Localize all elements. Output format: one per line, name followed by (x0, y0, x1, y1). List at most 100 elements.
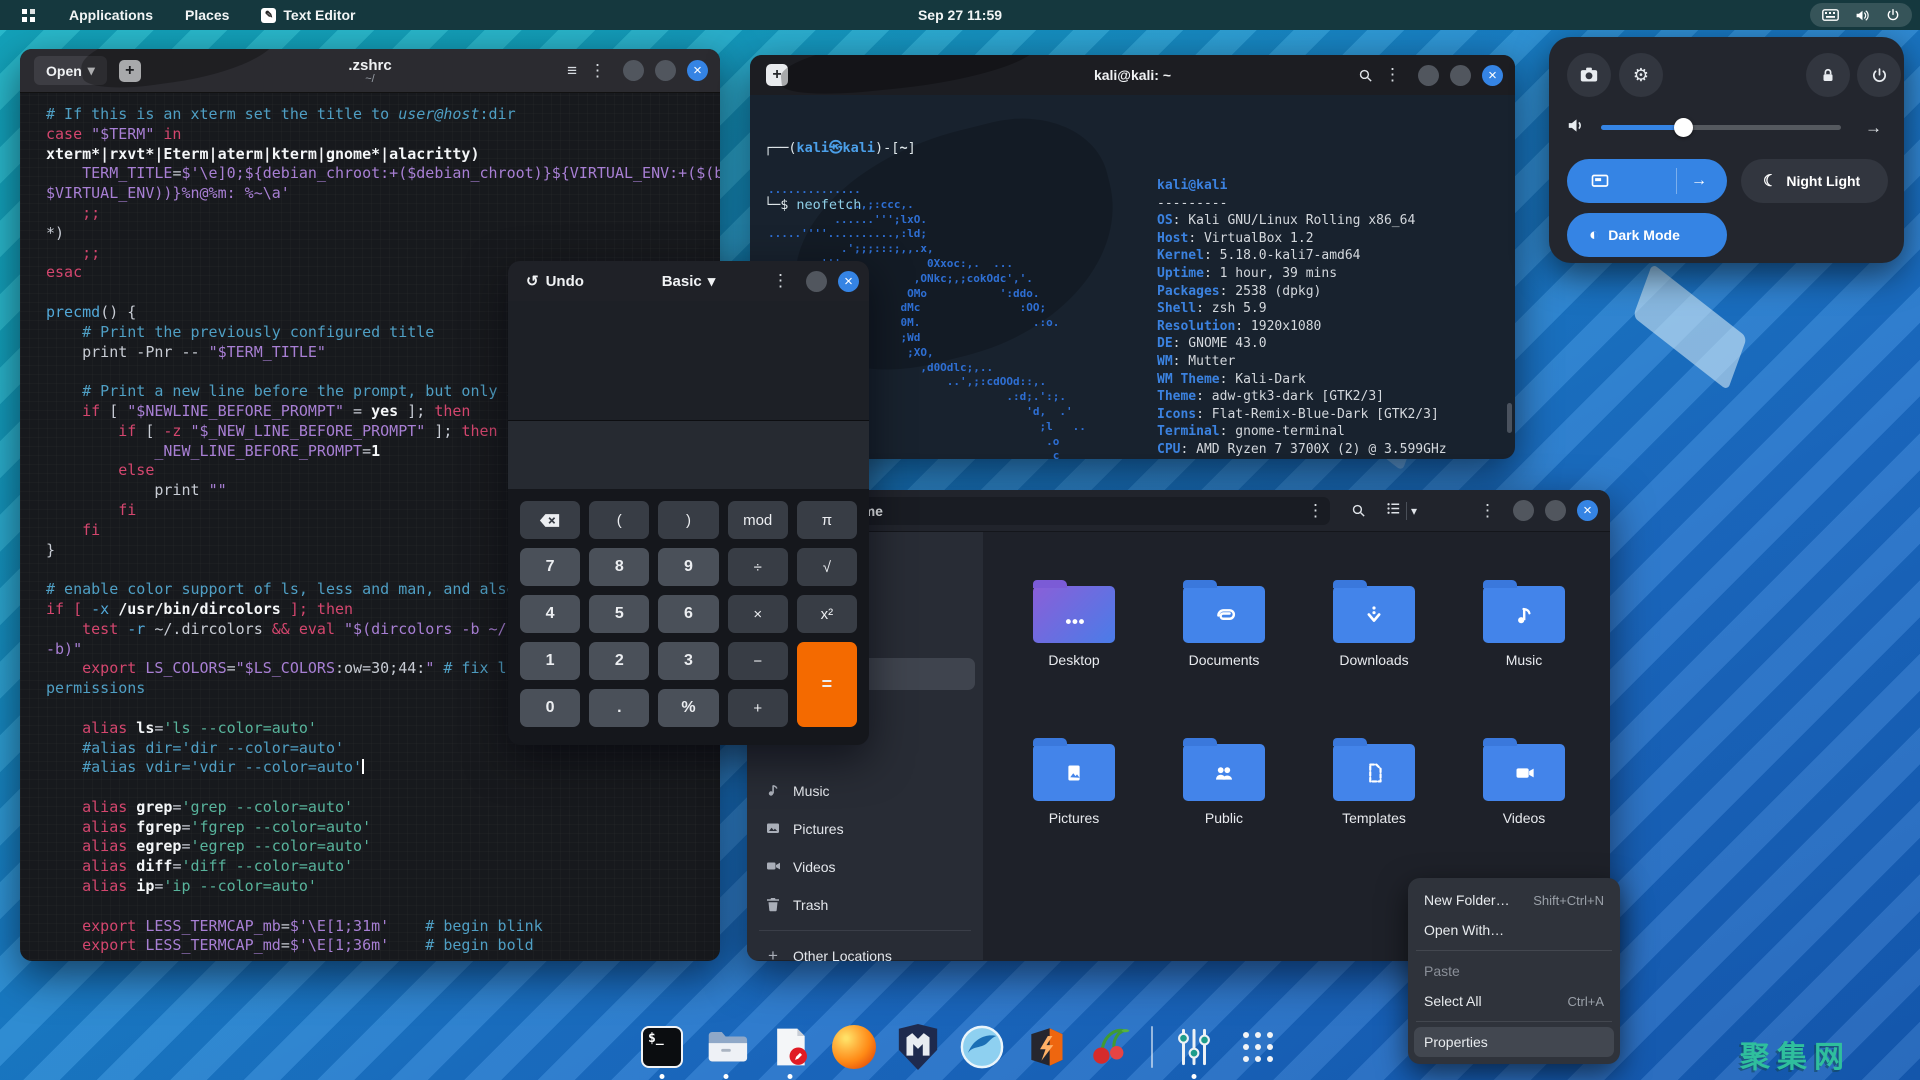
menu-applications[interactable]: Applications (53, 0, 169, 30)
dock-item-app-grid[interactable] (1235, 1024, 1281, 1070)
key-8[interactable]: 8 (589, 548, 650, 586)
kebab-menu-icon[interactable]: ⋮ (766, 269, 795, 293)
volume-slider[interactable] (1601, 118, 1841, 137)
sidebar-item-videos[interactable]: Videos (747, 848, 983, 886)
close-button[interactable]: × (687, 60, 708, 81)
screenshot-button[interactable] (1567, 53, 1611, 97)
key-)[interactable]: ) (658, 501, 719, 539)
key-3[interactable]: 3 (658, 642, 719, 680)
view-toggle[interactable]: ▾ (1385, 500, 1417, 522)
key-+[interactable]: + (727, 689, 788, 727)
dock-item-tweaks[interactable] (1171, 1024, 1217, 1079)
folder-downloads[interactable]: Downloads (1299, 576, 1449, 734)
key-4[interactable]: 4 (520, 595, 581, 633)
folder-desktop[interactable]: Desktop (999, 576, 1149, 734)
clock[interactable]: Sep 27 11:59 (918, 7, 1002, 23)
system-tray[interactable] (1810, 3, 1912, 27)
close-button[interactable]: × (1577, 500, 1598, 521)
key-.[interactable]: . (589, 689, 650, 727)
key-6[interactable]: 6 (658, 595, 719, 633)
backspace-key[interactable] (520, 501, 581, 539)
folder-videos[interactable]: Videos (1449, 734, 1599, 892)
folder-public[interactable]: Public (1149, 734, 1299, 892)
folder-documents[interactable]: Documents (1149, 576, 1299, 734)
key-2[interactable]: 2 (589, 642, 650, 680)
minimize-button[interactable] (623, 60, 644, 81)
volume-expand-arrow[interactable]: → (1859, 117, 1888, 139)
key-7[interactable]: 7 (520, 548, 581, 586)
files-header[interactable]: ⌂ Home ⋮ ▾ ⋮ × (747, 490, 1610, 532)
scrollbar-thumb[interactable] (1507, 403, 1512, 433)
dock-item-text-editor[interactable] (767, 1024, 813, 1079)
search-icon[interactable] (1353, 63, 1378, 88)
text-editor-header[interactable]: Open ▾ + .zshrc ~/ ≡ ⋮ × (20, 49, 720, 95)
dock-item-burpsuite[interactable] (1023, 1024, 1069, 1070)
folder-templates[interactable]: Templates (1299, 734, 1449, 892)
key-×[interactable]: × (727, 595, 788, 633)
sidebar-item-pictures[interactable]: Pictures (747, 810, 983, 848)
dock-item-metasploit[interactable] (895, 1024, 941, 1070)
maximize-button[interactable] (1545, 500, 1566, 521)
key-x²[interactable]: x² (796, 595, 857, 633)
calculator-entry-field[interactable] (508, 421, 869, 489)
kebab-menu-icon[interactable]: ⋮ (583, 59, 612, 83)
menu-item-new-folder[interactable]: New Folder… Shift+Ctrl+N (1414, 885, 1614, 915)
kebab-menu-icon[interactable]: ⋮ (1378, 63, 1407, 87)
key-π[interactable]: π (796, 501, 857, 539)
dock-item-wireshark[interactable] (959, 1024, 1005, 1070)
sidebar-item-trash[interactable]: Trash (747, 886, 983, 924)
path-menu-icon[interactable]: ⋮ (1301, 499, 1330, 523)
dock-item-firefox[interactable] (831, 1024, 877, 1070)
dark-mode-toggle[interactable]: ◐ Dark Mode (1567, 213, 1727, 257)
terminal-header[interactable]: + kali@kali: ~ ⋮ × (750, 55, 1515, 101)
search-icon[interactable] (1346, 498, 1371, 523)
minimize-button[interactable] (1513, 500, 1534, 521)
power-button[interactable] (1857, 53, 1901, 97)
menu-item-open-with[interactable]: Open With… (1414, 915, 1614, 945)
kebab-menu-icon[interactable]: ⋮ (1473, 499, 1502, 523)
key-0[interactable]: 0 (520, 689, 581, 727)
folder-pictures[interactable]: Pictures (999, 734, 1149, 892)
open-button[interactable]: Open ▾ (34, 56, 107, 85)
menu-item-properties[interactable]: Properties (1414, 1027, 1614, 1057)
dock-item-terminal[interactable]: $_ (639, 1024, 685, 1079)
minimize-button[interactable] (806, 270, 827, 292)
maximize-button[interactable] (655, 60, 676, 81)
key-9[interactable]: 9 (658, 548, 719, 586)
key-%[interactable]: % (658, 689, 719, 727)
screencast-toggle[interactable]: → (1567, 159, 1727, 203)
folder-music[interactable]: Music (1449, 576, 1599, 734)
close-button[interactable]: × (838, 270, 859, 292)
settings-button[interactable]: ⚙ (1619, 53, 1663, 97)
lock-button[interactable] (1806, 53, 1850, 97)
night-light-toggle[interactable]: ☾ Night Light (1741, 159, 1888, 203)
activities-grid-icon[interactable] (22, 8, 35, 22)
menu-places[interactable]: Places (169, 0, 245, 30)
undo-button[interactable]: ↺ Undo (520, 271, 590, 291)
key-5[interactable]: 5 (589, 595, 650, 633)
key-√[interactable]: √ (796, 548, 857, 586)
key-−[interactable]: − (727, 642, 788, 680)
path-bar[interactable]: ⌂ Home ⋮ (817, 496, 1330, 525)
dock-item-cherrytree[interactable] (1087, 1024, 1133, 1070)
new-tab-button[interactable]: + (766, 64, 788, 86)
sidebar-item-music[interactable]: Music (747, 772, 983, 810)
menu-active-app[interactable]: ✎ Text Editor (245, 0, 371, 30)
sidebar-item-other-locations[interactable]: + Other Locations (747, 937, 983, 961)
dock-item-files[interactable] (703, 1024, 749, 1079)
menu-item-select-all[interactable]: Select All Ctrl+A (1414, 986, 1614, 1016)
close-button[interactable]: × (1482, 64, 1503, 86)
mode-selector[interactable]: Basic ▾ (656, 271, 722, 291)
caret-down-icon: ▾ (87, 62, 95, 78)
volume-slider-knob[interactable] (1673, 118, 1693, 137)
maximize-button[interactable] (1450, 64, 1471, 86)
minimize-button[interactable] (1418, 64, 1439, 86)
key-÷[interactable]: ÷ (727, 548, 788, 586)
key-([interactable]: ( (589, 501, 650, 539)
calculator-header[interactable]: ↺ Undo Basic ▾ ⋮ × (508, 261, 869, 301)
new-document-button[interactable]: + (118, 59, 141, 82)
hamburger-menu-icon[interactable]: ≡ (561, 59, 583, 83)
key-=[interactable]: = (796, 642, 857, 727)
key-mod[interactable]: mod (727, 501, 788, 539)
key-1[interactable]: 1 (520, 642, 581, 680)
